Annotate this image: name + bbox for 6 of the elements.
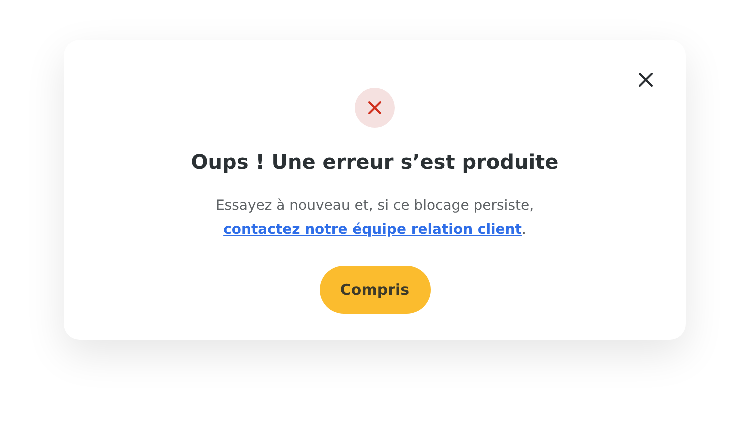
dialog-title: Oups ! Une erreur s’est produite — [191, 149, 559, 176]
error-icon — [355, 88, 395, 128]
contact-link[interactable]: contactez notre équipe relation client — [224, 222, 522, 238]
error-message: Essayez à nouveau et, si ce blocage persiste, contactez notre équipe relation client. — [216, 197, 534, 240]
confirm-button[interactable]: Compris — [320, 266, 430, 314]
close-icon — [639, 73, 653, 87]
